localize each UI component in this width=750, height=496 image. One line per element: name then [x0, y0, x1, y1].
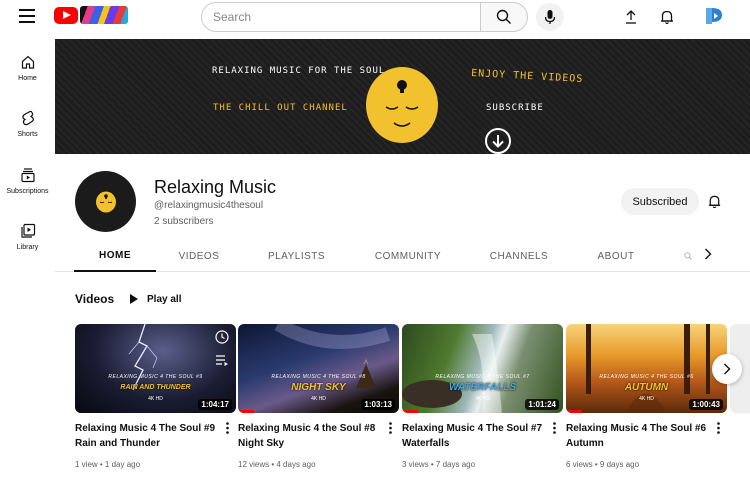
tab-channels[interactable]: CHANNELS: [483, 240, 555, 272]
video-duration: 1:01:24: [525, 399, 559, 410]
add-to-queue-icon[interactable]: [213, 351, 231, 369]
sidebar-item-label: Library: [16, 244, 39, 251]
video-meta: 6 views • 9 days ago: [566, 460, 640, 469]
more-options-button[interactable]: [385, 420, 395, 436]
thumbnail-caption: RELAXING MUSIC 4 THE SOUL #8: [271, 374, 366, 380]
thumbnail-caption: RELAXING MUSIC 4 THE SOUL #6: [599, 374, 694, 380]
tab-videos[interactable]: VIDEOS: [170, 240, 228, 272]
shorts-icon: [21, 110, 34, 126]
tab-home[interactable]: HOME: [74, 240, 156, 272]
watch-progress-bar: [566, 410, 583, 413]
video-thumbnail[interactable]: RELAXING MUSIC 4 THE SOUL #7 WATERFALLS …: [402, 324, 563, 413]
banner-text: THE CHILL OUT CHANNEL: [213, 103, 348, 113]
account-avatar[interactable]: [703, 5, 725, 27]
video-duration: 1:03:13: [361, 399, 395, 410]
sidebar-item-home[interactable]: Home: [0, 54, 55, 104]
banner-text: ENJOY THE VIDEOS: [470, 68, 584, 85]
library-icon: [20, 223, 35, 238]
more-vert-icon: [716, 422, 720, 434]
search-icon: [496, 9, 511, 24]
upload-button[interactable]: [621, 7, 641, 27]
tab-about[interactable]: ABOUT: [591, 240, 641, 272]
video-meta: 3 views • 7 days ago: [402, 460, 476, 469]
tab-community[interactable]: COMMUNITY: [366, 240, 450, 272]
tab-playlists[interactable]: PLAYLISTS: [259, 240, 334, 272]
sidebar-item-label: Home: [18, 75, 37, 82]
more-vert-icon: [388, 422, 392, 434]
more-vert-icon: [225, 422, 229, 434]
channel-avatar[interactable]: [75, 171, 136, 232]
home-icon: [21, 55, 34, 69]
youtube-doodle[interactable]: [80, 6, 128, 24]
tabs-next-button[interactable]: [699, 245, 717, 263]
youtube-logo[interactable]: [54, 7, 78, 24]
arrow-down-icon: [485, 128, 511, 154]
section-title: Videos: [75, 292, 115, 306]
more-options-button[interactable]: [549, 420, 559, 436]
video-title[interactable]: Relaxing Music 4 the Soul #8 Night Sky: [238, 421, 383, 451]
thumbnail-caption: RELAXING MUSIC 4 THE SOUL #9: [108, 374, 203, 380]
video-meta: 12 views • 4 days ago: [238, 460, 316, 469]
more-vert-icon: [552, 422, 556, 434]
subscribe-button[interactable]: Subscribed: [621, 188, 699, 215]
channel-tabs: HOME VIDEOS PLAYLISTS COMMUNITY CHANNELS…: [55, 240, 750, 272]
top-bar: Search: [0, 0, 750, 34]
chevron-right-icon: [705, 248, 712, 260]
video-thumbnail[interactable]: RELAXING MUSIC 4 THE SOUL #8 NIGHT SKY 4…: [238, 324, 399, 413]
channel-notifications-button[interactable]: [704, 191, 724, 211]
video-title[interactable]: Relaxing Music 4 The Soul #6 Autumn: [566, 421, 711, 451]
account-icon: [706, 8, 722, 24]
video-card[interactable]: RELAXING MUSIC 4 THE SOUL #6 AUTUMN 4K H…: [566, 324, 727, 469]
sidebar-item-shorts[interactable]: Shorts: [0, 110, 55, 160]
thumbnail-caption: RELAXING MUSIC 4 THE SOUL #7: [435, 374, 530, 380]
video-title[interactable]: Relaxing Music 4 The Soul #9 Rain and Th…: [75, 421, 220, 451]
search-input[interactable]: Search: [201, 2, 482, 32]
bell-icon: [708, 195, 720, 208]
channel-name: Relaxing Music: [154, 177, 277, 197]
sidebar-item-label: Shorts: [17, 131, 38, 138]
upload-icon: [626, 10, 636, 24]
banner-text: SUBSCRIBE: [486, 103, 544, 113]
tab-search-icon[interactable]: [681, 240, 695, 272]
search-button[interactable]: [480, 2, 528, 32]
channel-banner: RELAXING MUSIC FOR THE SOUL THE CHILL OU…: [55, 39, 750, 154]
more-options-button[interactable]: [713, 420, 723, 436]
video-meta: 1 view • 1 day ago: [75, 460, 141, 469]
video-card[interactable]: RELAXING MUSIC 4 THE SOUL #8 NIGHT SKY 4…: [238, 324, 399, 469]
thumbnail-title: AUTUMN: [624, 382, 669, 393]
notifications-icon: [661, 10, 673, 25]
subscriptions-icon: [20, 168, 35, 183]
video-duration: 1:00:43: [689, 399, 723, 410]
play-all-button[interactable]: Play all: [129, 290, 181, 308]
search-placeholder: Search: [213, 10, 252, 24]
video-card[interactable]: RELAXING MUSIC 4 THE SOUL #7 WATERFALLS …: [402, 324, 563, 469]
thumbnail-title: RAIN AND THUNDER: [120, 384, 191, 391]
video-duration: 1:04:17: [198, 399, 232, 410]
play-all-label: Play all: [147, 293, 182, 305]
video-thumbnail[interactable]: RELAXING MUSIC 4 THE SOUL #6 AUTUMN 4K H…: [566, 324, 727, 413]
menu-icon[interactable]: [19, 9, 35, 23]
watch-progress-bar: [238, 410, 255, 413]
banner-text: RELAXING MUSIC FOR THE SOUL: [212, 66, 386, 76]
sidebar-item-library[interactable]: Library: [0, 223, 55, 273]
video-title[interactable]: Relaxing Music 4 The Soul #7 Waterfalls: [402, 421, 547, 451]
meditating-face-logo: [366, 67, 438, 143]
microphone-icon: [544, 10, 556, 24]
more-options-button[interactable]: [222, 420, 232, 436]
sidebar-item-subscriptions[interactable]: Subscriptions: [0, 167, 55, 217]
shelf-next-button[interactable]: [712, 354, 742, 384]
chevron-right-icon: [724, 363, 731, 375]
watch-progress-bar: [402, 410, 419, 413]
thumbnail-title: WATERFALLS: [448, 382, 517, 393]
video-thumbnail[interactable]: RELAXING MUSIC 4 THE SOUL #9 RAIN AND TH…: [75, 324, 236, 413]
channel-handle: @relaxingmusic4thesoul: [154, 200, 264, 211]
notifications-button[interactable]: [657, 7, 677, 27]
thumbnail-title: NIGHT SKY: [291, 382, 346, 393]
subscriber-count: 2 subscribers: [154, 216, 214, 227]
voice-search-button[interactable]: [536, 3, 564, 31]
sidebar-item-label: Subscriptions: [6, 188, 49, 195]
video-card[interactable]: RELAXING MUSIC 4 THE SOUL #9 RAIN AND TH…: [75, 324, 236, 469]
play-icon: [130, 294, 138, 304]
watch-later-icon[interactable]: [213, 328, 231, 346]
